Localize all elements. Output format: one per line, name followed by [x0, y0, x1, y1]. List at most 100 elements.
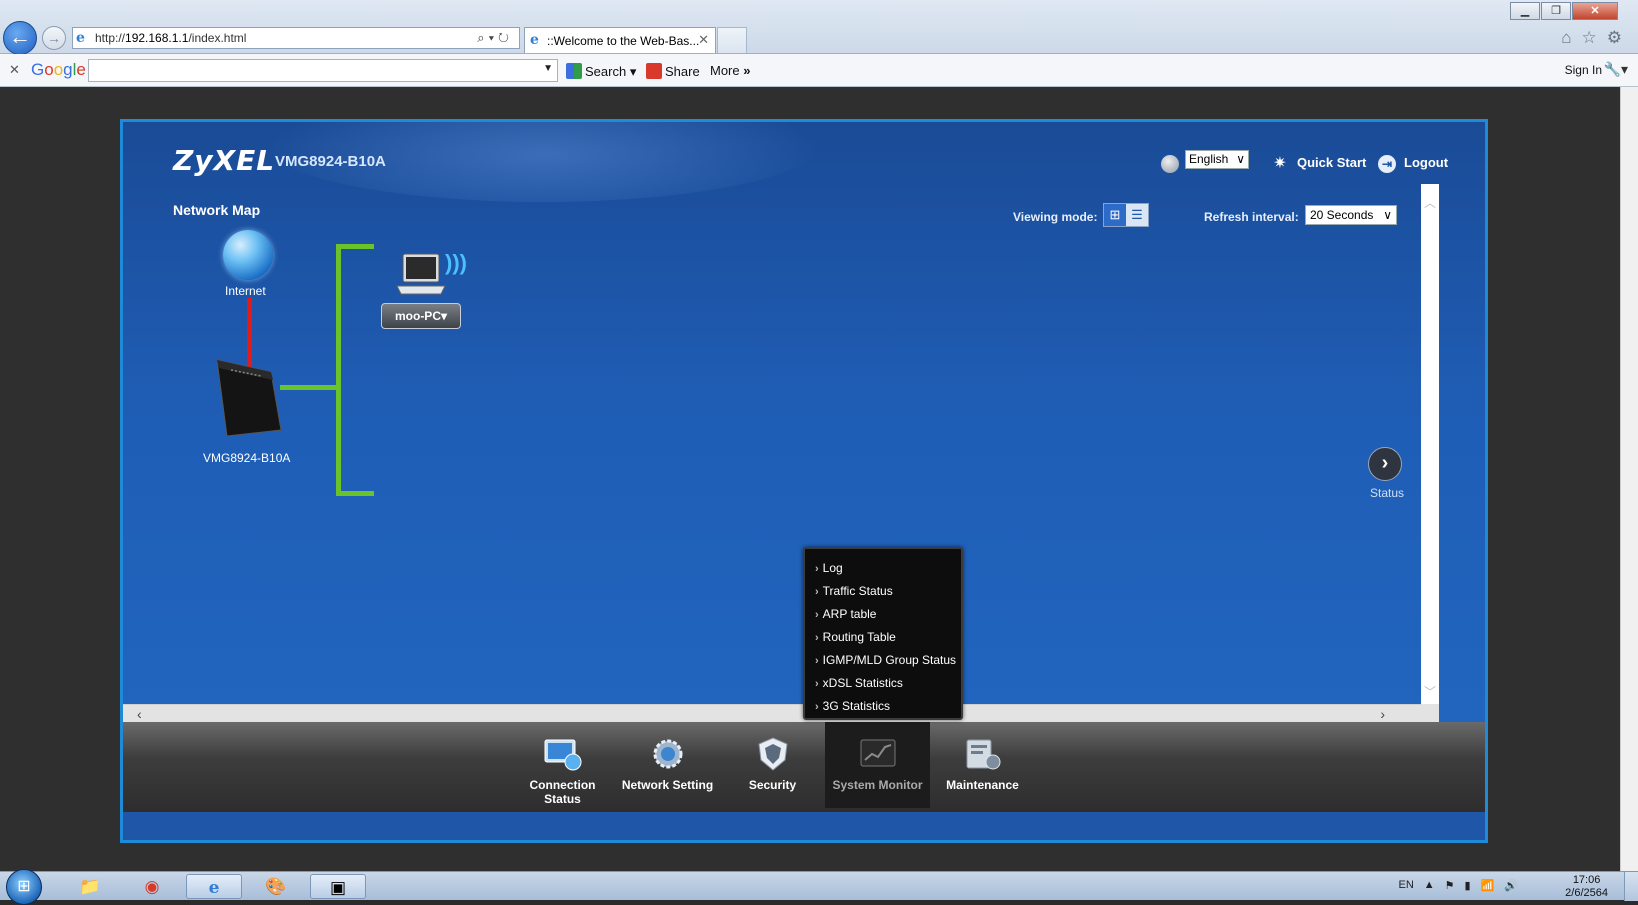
nav-system-monitor[interactable]: System Monitor	[825, 722, 930, 808]
router-label: VMG8924-B10A	[203, 451, 291, 465]
chevron-right-icon: ›	[815, 609, 819, 621]
logout-icon[interactable]: ⇥	[1378, 155, 1396, 173]
viewing-mode-toggle[interactable]: ⊞ ☰	[1103, 203, 1149, 227]
language-indicator[interactable]: EN	[1398, 879, 1413, 892]
explorer-taskbar-icon[interactable]: 📁	[62, 874, 118, 899]
status-panel-arrow-icon[interactable]: ›	[1368, 447, 1402, 481]
sign-in-link[interactable]: Sign In	[1565, 63, 1602, 77]
tab-close-icon[interactable]: ✕	[698, 32, 709, 48]
new-tab-button[interactable]	[717, 27, 747, 53]
nav-label: Maintenance	[946, 778, 1019, 792]
minimize-button[interactable]: ▁	[1510, 2, 1540, 20]
ie-page-icon: e	[76, 30, 85, 46]
monitor-globe-icon	[544, 739, 581, 771]
wrench-icon[interactable]: 🔧▾	[1604, 61, 1628, 78]
map-view-icon[interactable]: ⊞	[1104, 204, 1126, 226]
browser-toolbar: ← → e http://192.168.1.1/index.html ⌕▾↻ …	[0, 0, 1638, 55]
favorites-star-icon[interactable]: ☆	[1582, 28, 1597, 48]
status-label: Status	[1370, 486, 1405, 500]
restore-button[interactable]: ❐	[1541, 2, 1571, 20]
tab-active[interactable]: e ::Welcome to the Web-Bas... ✕	[524, 27, 716, 53]
google-toolbar: ✕ Google ▼ Search ▾ Share More » Sign In…	[0, 54, 1638, 87]
show-desktop-button[interactable]	[1624, 872, 1638, 901]
double-chevron-icon: »	[743, 63, 751, 78]
back-button[interactable]: ←	[3, 21, 37, 55]
menu-item-igmp-mld-group-status[interactable]: › IGMP/MLD Group Status	[805, 649, 961, 672]
scroll-right-icon[interactable]: ›	[1380, 706, 1385, 722]
nav-label: Connection Status	[529, 778, 596, 806]
vertical-scrollbar[interactable]: ︿ ﹀	[1421, 184, 1439, 704]
close-window-button[interactable]: ✕	[1572, 2, 1618, 20]
menu-item-xdsl-statistics[interactable]: › xDSL Statistics	[805, 672, 961, 695]
quick-start-icon[interactable]: ✷	[1271, 155, 1289, 173]
volume-icon[interactable]: 🔊	[1504, 879, 1518, 892]
client-device-button[interactable]: moo-PC▾	[381, 303, 461, 329]
menu-item-3g-statistics[interactable]: › 3G Statistics	[805, 695, 961, 718]
model-name: VMG8924-B10A	[275, 153, 386, 170]
page-viewport: ZyXEL VMG8924-B10A English ∨ ✷ Quick Star…	[0, 87, 1620, 871]
menu-item-routing-table[interactable]: › Routing Table	[805, 626, 961, 649]
google-logo: Google	[31, 60, 86, 79]
home-icon[interactable]: ⌂	[1561, 28, 1571, 48]
nav-security[interactable]: Security	[720, 722, 825, 808]
scroll-left-icon[interactable]: ‹	[137, 706, 142, 722]
google-search-button[interactable]: Search ▾	[566, 63, 636, 80]
lan-bus-cap-top	[336, 244, 374, 249]
network-icon[interactable]: ▮	[1465, 879, 1471, 892]
paint-taskbar-icon[interactable]: 🎨	[248, 874, 304, 899]
wifi-icon: )))	[445, 250, 467, 275]
router-web-ui: ZyXEL VMG8924-B10A English ∨ ✷ Quick Star…	[120, 119, 1488, 843]
browser-toolbar-icons: ⌂ ☆ ⚙	[1561, 28, 1622, 48]
action-center-icon[interactable]: ⚑	[1445, 879, 1455, 892]
menu-item-traffic-status[interactable]: › Traffic Status	[805, 580, 961, 603]
quick-start-link[interactable]: Quick Start	[1297, 155, 1366, 170]
menu-item-log[interactable]: › Log	[805, 557, 961, 580]
list-view-icon[interactable]: ☰	[1126, 204, 1148, 226]
language-select[interactable]: English ∨	[1185, 150, 1249, 169]
brand-logo: ZyXEL	[173, 144, 276, 177]
clock-date: 2/6/2564	[1565, 887, 1608, 899]
tools-gear-icon[interactable]: ⚙	[1607, 28, 1622, 48]
page-title: Network Map	[173, 202, 261, 218]
menu-item-arp-table[interactable]: › ARP table	[805, 603, 961, 626]
google-search-icon	[566, 63, 582, 79]
chart-monitor-icon	[860, 739, 895, 767]
remote-desktop-taskbar-icon[interactable]: ▣	[310, 874, 366, 899]
page-scrollbar[interactable]	[1620, 87, 1638, 871]
lan-link-line	[280, 385, 338, 390]
lan-bus-cap-bottom	[336, 491, 374, 496]
forward-button[interactable]: →	[42, 26, 66, 50]
scroll-up-icon[interactable]: ︿	[1424, 194, 1436, 211]
google-search-input[interactable]: ▼	[88, 59, 558, 82]
system-monitor-menu: › Log › Traffic Status › ARP table › Routing…	[803, 547, 963, 720]
logout-link[interactable]: Logout	[1404, 155, 1448, 170]
gear-globe-icon	[653, 739, 682, 769]
refresh-interval-label: Refresh interval:	[1204, 210, 1299, 224]
internet-globe-icon[interactable]	[223, 230, 273, 280]
system-clock[interactable]: 17:06 2/6/2564	[1565, 874, 1608, 900]
tools-icon	[966, 739, 1000, 770]
address-search-refresh-icons[interactable]: ⌕▾↻	[477, 30, 513, 46]
chevron-down-icon[interactable]: ▼	[543, 63, 553, 74]
nav-maintenance[interactable]: Maintenance	[930, 722, 1035, 808]
viewing-mode-label: Viewing mode:	[1013, 210, 1098, 224]
tray-expand-icon[interactable]: ▲	[1424, 879, 1435, 892]
chevron-right-icon: ›	[815, 563, 819, 575]
share-button[interactable]: Share	[646, 63, 700, 79]
nav-connection-status[interactable]: Connection Status	[510, 722, 615, 808]
tab-title: ::Welcome to the Web-Bas...	[547, 34, 700, 48]
toolbar-close-icon[interactable]: ✕	[9, 62, 20, 78]
address-url[interactable]: http://192.168.1.1/index.html	[95, 31, 246, 45]
address-bar[interactable]: e http://192.168.1.1/index.html ⌕▾↻	[72, 27, 520, 49]
more-button[interactable]: More »	[710, 63, 750, 78]
signal-icon[interactable]: 📶	[1481, 879, 1495, 892]
router-icon[interactable]	[209, 358, 289, 438]
refresh-interval-select[interactable]: 20 Seconds ∨	[1305, 205, 1397, 225]
clock-time: 17:06	[1572, 874, 1601, 886]
chrome-taskbar-icon[interactable]: ◉	[124, 874, 180, 899]
horizontal-scrollbar[interactable]: ‹ ›	[123, 704, 1421, 722]
laptop-icon[interactable]	[395, 250, 447, 300]
internet-explorer-taskbar-icon[interactable]: e	[186, 874, 242, 899]
scroll-down-icon[interactable]: ﹀	[1424, 683, 1436, 700]
nav-network-setting[interactable]: Network Setting	[615, 722, 720, 808]
